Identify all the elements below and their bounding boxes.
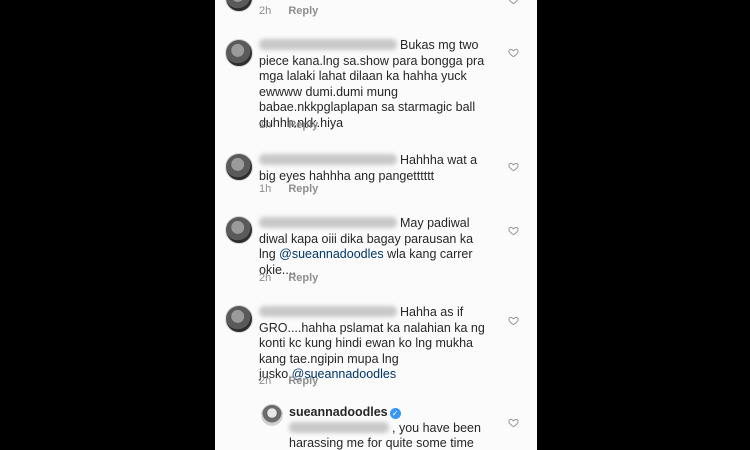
comment-time: 2h <box>259 375 272 387</box>
mention-link[interactable]: @sueannadoodles <box>279 247 383 261</box>
comment-text: Hahhha wat a big eyes hahhha ang pangett… <box>259 153 478 183</box>
comment-meta: 1h Reply <box>259 183 318 195</box>
reply-button[interactable]: Reply <box>288 183 318 195</box>
comment-meta: 2h Reply <box>259 375 318 387</box>
comment-text: Bukas mg two piece kana.lng sa.show para… <box>259 38 485 130</box>
heart-icon[interactable] <box>508 417 519 428</box>
avatar[interactable] <box>225 153 253 181</box>
reply-button[interactable]: Reply <box>288 375 318 387</box>
comment-time: 1h <box>259 183 272 195</box>
comment-meta: 1h Reply <box>259 119 318 131</box>
comment-meta: 2h Reply <box>259 5 318 17</box>
avatar[interactable] <box>261 404 283 426</box>
comment-text: sueannadoodles ✓ , you have been harassin… <box>289 405 481 450</box>
comment-time: 2h <box>259 5 272 17</box>
comment-time: 2h <box>259 272 272 284</box>
comment-text: May padiwal diwal kapa oiii dika bagay p… <box>259 216 474 277</box>
avatar[interactable] <box>225 305 253 333</box>
blurred-mention[interactable] <box>289 421 389 433</box>
comment-text: Hahha as if GRO....hahha pslamat ka nala… <box>259 305 485 381</box>
heart-icon[interactable] <box>508 0 519 5</box>
heart-icon[interactable] <box>508 47 519 58</box>
avatar[interactable] <box>225 39 253 67</box>
verified-badge-icon: ✓ <box>389 408 401 419</box>
reply-button[interactable]: Reply <box>288 272 318 284</box>
heart-icon[interactable] <box>508 315 519 326</box>
heart-icon[interactable] <box>508 161 519 172</box>
blurred-username[interactable] <box>259 39 397 50</box>
heart-icon[interactable] <box>508 225 519 236</box>
comments-screen: 2h Reply Bukas mg two piece kana.lng sa.… <box>215 0 537 450</box>
blurred-username[interactable] <box>259 154 397 165</box>
comment-time: 1h <box>259 119 272 131</box>
blurred-username[interactable] <box>259 306 397 317</box>
blurred-username[interactable] <box>259 217 397 228</box>
username[interactable]: sueannadoodles <box>289 405 388 419</box>
avatar[interactable] <box>225 216 253 244</box>
avatar[interactable] <box>225 0 253 12</box>
comment-meta: 2h Reply <box>259 272 318 284</box>
reply-button[interactable]: Reply <box>288 5 318 17</box>
reply-button[interactable]: Reply <box>288 119 318 131</box>
